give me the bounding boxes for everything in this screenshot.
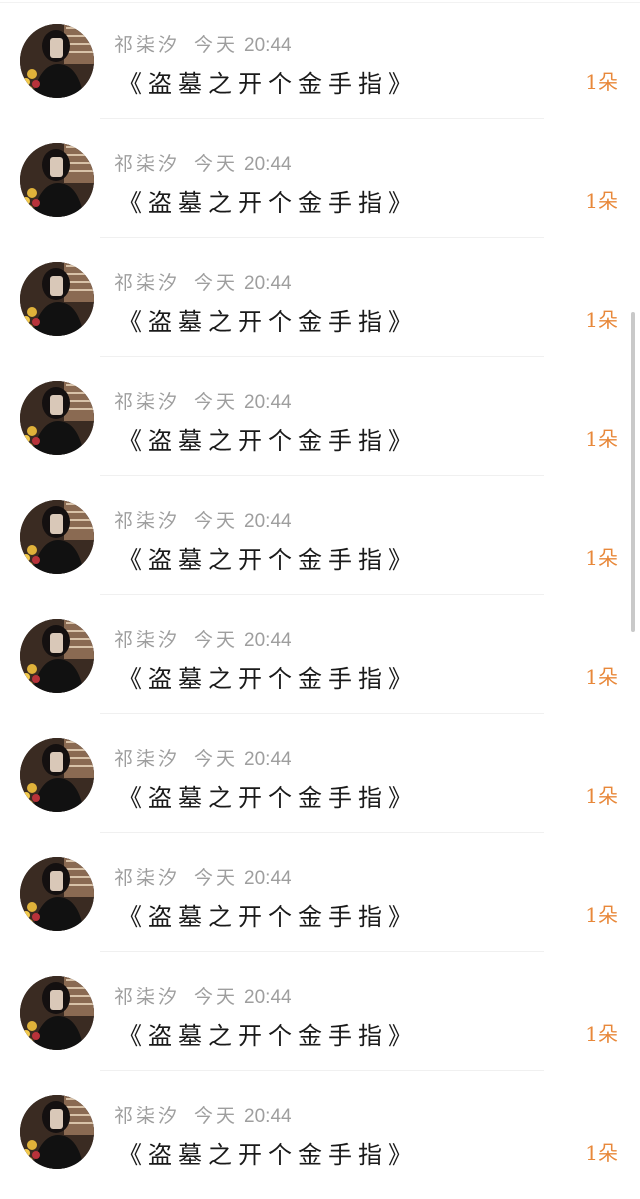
- sender-name[interactable]: 祁柒汐: [114, 986, 180, 1008]
- item-time: 20:44: [244, 154, 292, 175]
- sender-name[interactable]: 祁柒汐: [114, 34, 180, 56]
- item-time: 20:44: [244, 1106, 292, 1127]
- gift-count: 1朵: [585, 1141, 618, 1165]
- book-title[interactable]: 《盗墓之开个金手指》: [118, 1135, 418, 1170]
- item-date: 今天: [194, 272, 239, 294]
- sender-name[interactable]: 祁柒汐: [114, 272, 180, 294]
- gift-count: 1朵: [585, 427, 618, 451]
- item-time: 20:44: [244, 35, 292, 56]
- sender-name[interactable]: 祁柒汐: [114, 391, 180, 413]
- item-time: 20:44: [244, 987, 292, 1008]
- list-item[interactable]: 祁柒汐 今天 20:44 《盗墓之开个金手指》 1朵: [0, 833, 640, 952]
- gift-count: 1朵: [585, 70, 618, 94]
- item-date: 今天: [194, 153, 239, 175]
- book-title[interactable]: 《盗墓之开个金手指》: [118, 1016, 418, 1051]
- item-meta: 祁柒汐 今天 20:44: [114, 506, 292, 532]
- item-date: 今天: [194, 748, 239, 770]
- item-date: 今天: [194, 629, 239, 651]
- item-date: 今天: [194, 1105, 239, 1127]
- item-meta: 祁柒汐 今天 20:44: [114, 863, 292, 889]
- book-title[interactable]: 《盗墓之开个金手指》: [118, 302, 418, 337]
- gift-count: 1朵: [585, 665, 618, 689]
- list-item[interactable]: 祁柒汐 今天 20:44 《盗墓之开个金手指》 1朵: [0, 476, 640, 595]
- gift-count: 1朵: [585, 903, 618, 927]
- item-time: 20:44: [244, 392, 292, 413]
- list-item[interactable]: 祁柒汐 今天 20:44 《盗墓之开个金手指》 1朵: [0, 1071, 640, 1190]
- book-title[interactable]: 《盗墓之开个金手指》: [118, 421, 418, 456]
- gift-count: 1朵: [585, 784, 618, 808]
- user-avatar-icon[interactable]: [20, 857, 94, 931]
- item-meta: 祁柒汐 今天 20:44: [114, 268, 292, 294]
- user-avatar-icon[interactable]: [20, 262, 94, 336]
- item-time: 20:44: [244, 630, 292, 651]
- book-title[interactable]: 《盗墓之开个金手指》: [118, 64, 418, 99]
- item-date: 今天: [194, 391, 239, 413]
- user-avatar-icon[interactable]: [20, 381, 94, 455]
- item-time: 20:44: [244, 273, 292, 294]
- book-title[interactable]: 《盗墓之开个金手指》: [118, 778, 418, 813]
- user-avatar-icon[interactable]: [20, 143, 94, 217]
- user-avatar-icon[interactable]: [20, 500, 94, 574]
- user-avatar-icon[interactable]: [20, 1095, 94, 1169]
- user-avatar-icon[interactable]: [20, 738, 94, 812]
- list-item[interactable]: 祁柒汐 今天 20:44 《盗墓之开个金手指》 1朵: [0, 952, 640, 1071]
- sender-name[interactable]: 祁柒汐: [114, 629, 180, 651]
- gift-count: 1朵: [585, 546, 618, 570]
- user-avatar-icon[interactable]: [20, 976, 94, 1050]
- book-title[interactable]: 《盗墓之开个金手指》: [118, 183, 418, 218]
- gift-count: 1朵: [585, 189, 618, 213]
- item-meta: 祁柒汐 今天 20:44: [114, 744, 292, 770]
- gift-count: 1朵: [585, 308, 618, 332]
- list-item[interactable]: 祁柒汐 今天 20:44 《盗墓之开个金手指》 1朵: [0, 0, 640, 119]
- book-title[interactable]: 《盗墓之开个金手指》: [118, 897, 418, 932]
- book-title[interactable]: 《盗墓之开个金手指》: [118, 659, 418, 694]
- sender-name[interactable]: 祁柒汐: [114, 867, 180, 889]
- item-meta: 祁柒汐 今天 20:44: [114, 982, 292, 1008]
- item-date: 今天: [194, 986, 239, 1008]
- list-item[interactable]: 祁柒汐 今天 20:44 《盗墓之开个金手指》 1朵: [0, 714, 640, 833]
- item-time: 20:44: [244, 511, 292, 532]
- sender-name[interactable]: 祁柒汐: [114, 510, 180, 532]
- list-item[interactable]: 祁柒汐 今天 20:44 《盗墓之开个金手指》 1朵: [0, 595, 640, 714]
- item-meta: 祁柒汐 今天 20:44: [114, 625, 292, 651]
- sender-name[interactable]: 祁柒汐: [114, 1105, 180, 1127]
- item-meta: 祁柒汐 今天 20:44: [114, 1101, 292, 1127]
- item-time: 20:44: [244, 868, 292, 889]
- item-meta: 祁柒汐 今天 20:44: [114, 387, 292, 413]
- list-item[interactable]: 祁柒汐 今天 20:44 《盗墓之开个金手指》 1朵: [0, 238, 640, 357]
- item-date: 今天: [194, 510, 239, 532]
- sender-name[interactable]: 祁柒汐: [114, 748, 180, 770]
- list-item[interactable]: 祁柒汐 今天 20:44 《盗墓之开个金手指》 1朵: [0, 357, 640, 476]
- item-date: 今天: [194, 867, 239, 889]
- sender-name[interactable]: 祁柒汐: [114, 153, 180, 175]
- user-avatar-icon[interactable]: [20, 24, 94, 98]
- gift-count: 1朵: [585, 1022, 618, 1046]
- item-meta: 祁柒汐 今天 20:44: [114, 30, 292, 56]
- scrollbar[interactable]: [631, 312, 635, 632]
- book-title[interactable]: 《盗墓之开个金手指》: [118, 540, 418, 575]
- item-meta: 祁柒汐 今天 20:44: [114, 149, 292, 175]
- item-time: 20:44: [244, 749, 292, 770]
- item-date: 今天: [194, 34, 239, 56]
- list-item[interactable]: 祁柒汐 今天 20:44 《盗墓之开个金手指》 1朵: [0, 119, 640, 238]
- user-avatar-icon[interactable]: [20, 619, 94, 693]
